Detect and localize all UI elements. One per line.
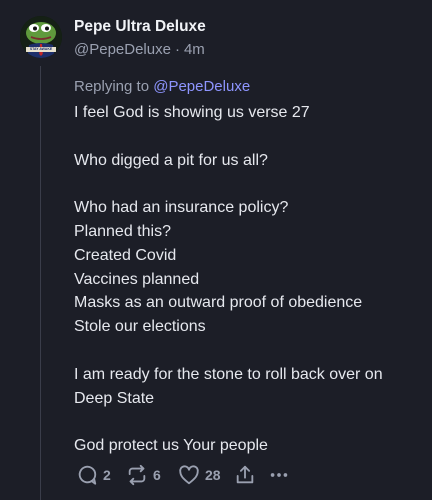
action-bar: 2 6 28 [76,463,290,487]
post-text-line: Who had an insurance policy? [74,199,289,217]
repost-button[interactable]: 6 [126,464,178,486]
share-button[interactable] [234,464,268,486]
heart-icon [179,465,199,485]
post: STAY AWAKE Pepe Ultra Deluxe @PepeDeluxe… [0,0,432,500]
avatar[interactable]: STAY AWAKE [20,16,62,58]
thread-line [40,66,41,500]
timestamp[interactable]: 4m [184,41,205,58]
more-options-button[interactable] [268,464,290,486]
comment-icon [78,465,97,485]
post-text-line: God protect us Your people [74,437,268,455]
post-text-line: Planned this? [74,222,171,240]
replying-prefix: Replying to [74,78,150,95]
replying-to-mention[interactable]: @PepeDeluxe [153,78,250,95]
separator-dot: · [174,41,180,58]
reply-button[interactable]: 2 [76,464,126,486]
post-text-line: I am ready for the stone to roll back ov… [74,365,383,383]
repost-icon [128,464,146,486]
avatar-caption: STAY AWAKE [29,46,53,51]
share-icon [236,465,254,484]
post-text-line: I feel God is showing us verse 27 [74,104,310,121]
post-text-line: Vaccines planned [74,270,200,288]
post-text-line: Stole our elections [74,318,206,336]
like-button[interactable]: 28 [178,464,234,486]
post-body: I feel God is showing us verse 27 Who dig… [74,101,424,458]
repost-count: 6 [153,467,161,483]
post-text-line: Who digged a pit for us all? [74,151,268,169]
handle-row: @PepeDeluxe · 4m [74,39,206,61]
ellipsis-icon [270,473,288,477]
post-text-line: Created Covid [74,246,177,264]
pepe-frog-avatar-icon [20,16,62,58]
post-header: Pepe Ultra Deluxe @PepeDeluxe · 4m [74,17,206,61]
like-count: 28 [205,467,221,483]
handle[interactable]: @PepeDeluxe [74,41,171,58]
reply-count: 2 [103,467,111,483]
post-text-line: Deep State [74,389,155,407]
post-text-line: Masks as an outward proof of obedience [74,294,363,312]
replying-to: Replying to @PepeDeluxe [74,77,250,97]
display-name[interactable]: Pepe Ultra Deluxe [74,17,206,37]
